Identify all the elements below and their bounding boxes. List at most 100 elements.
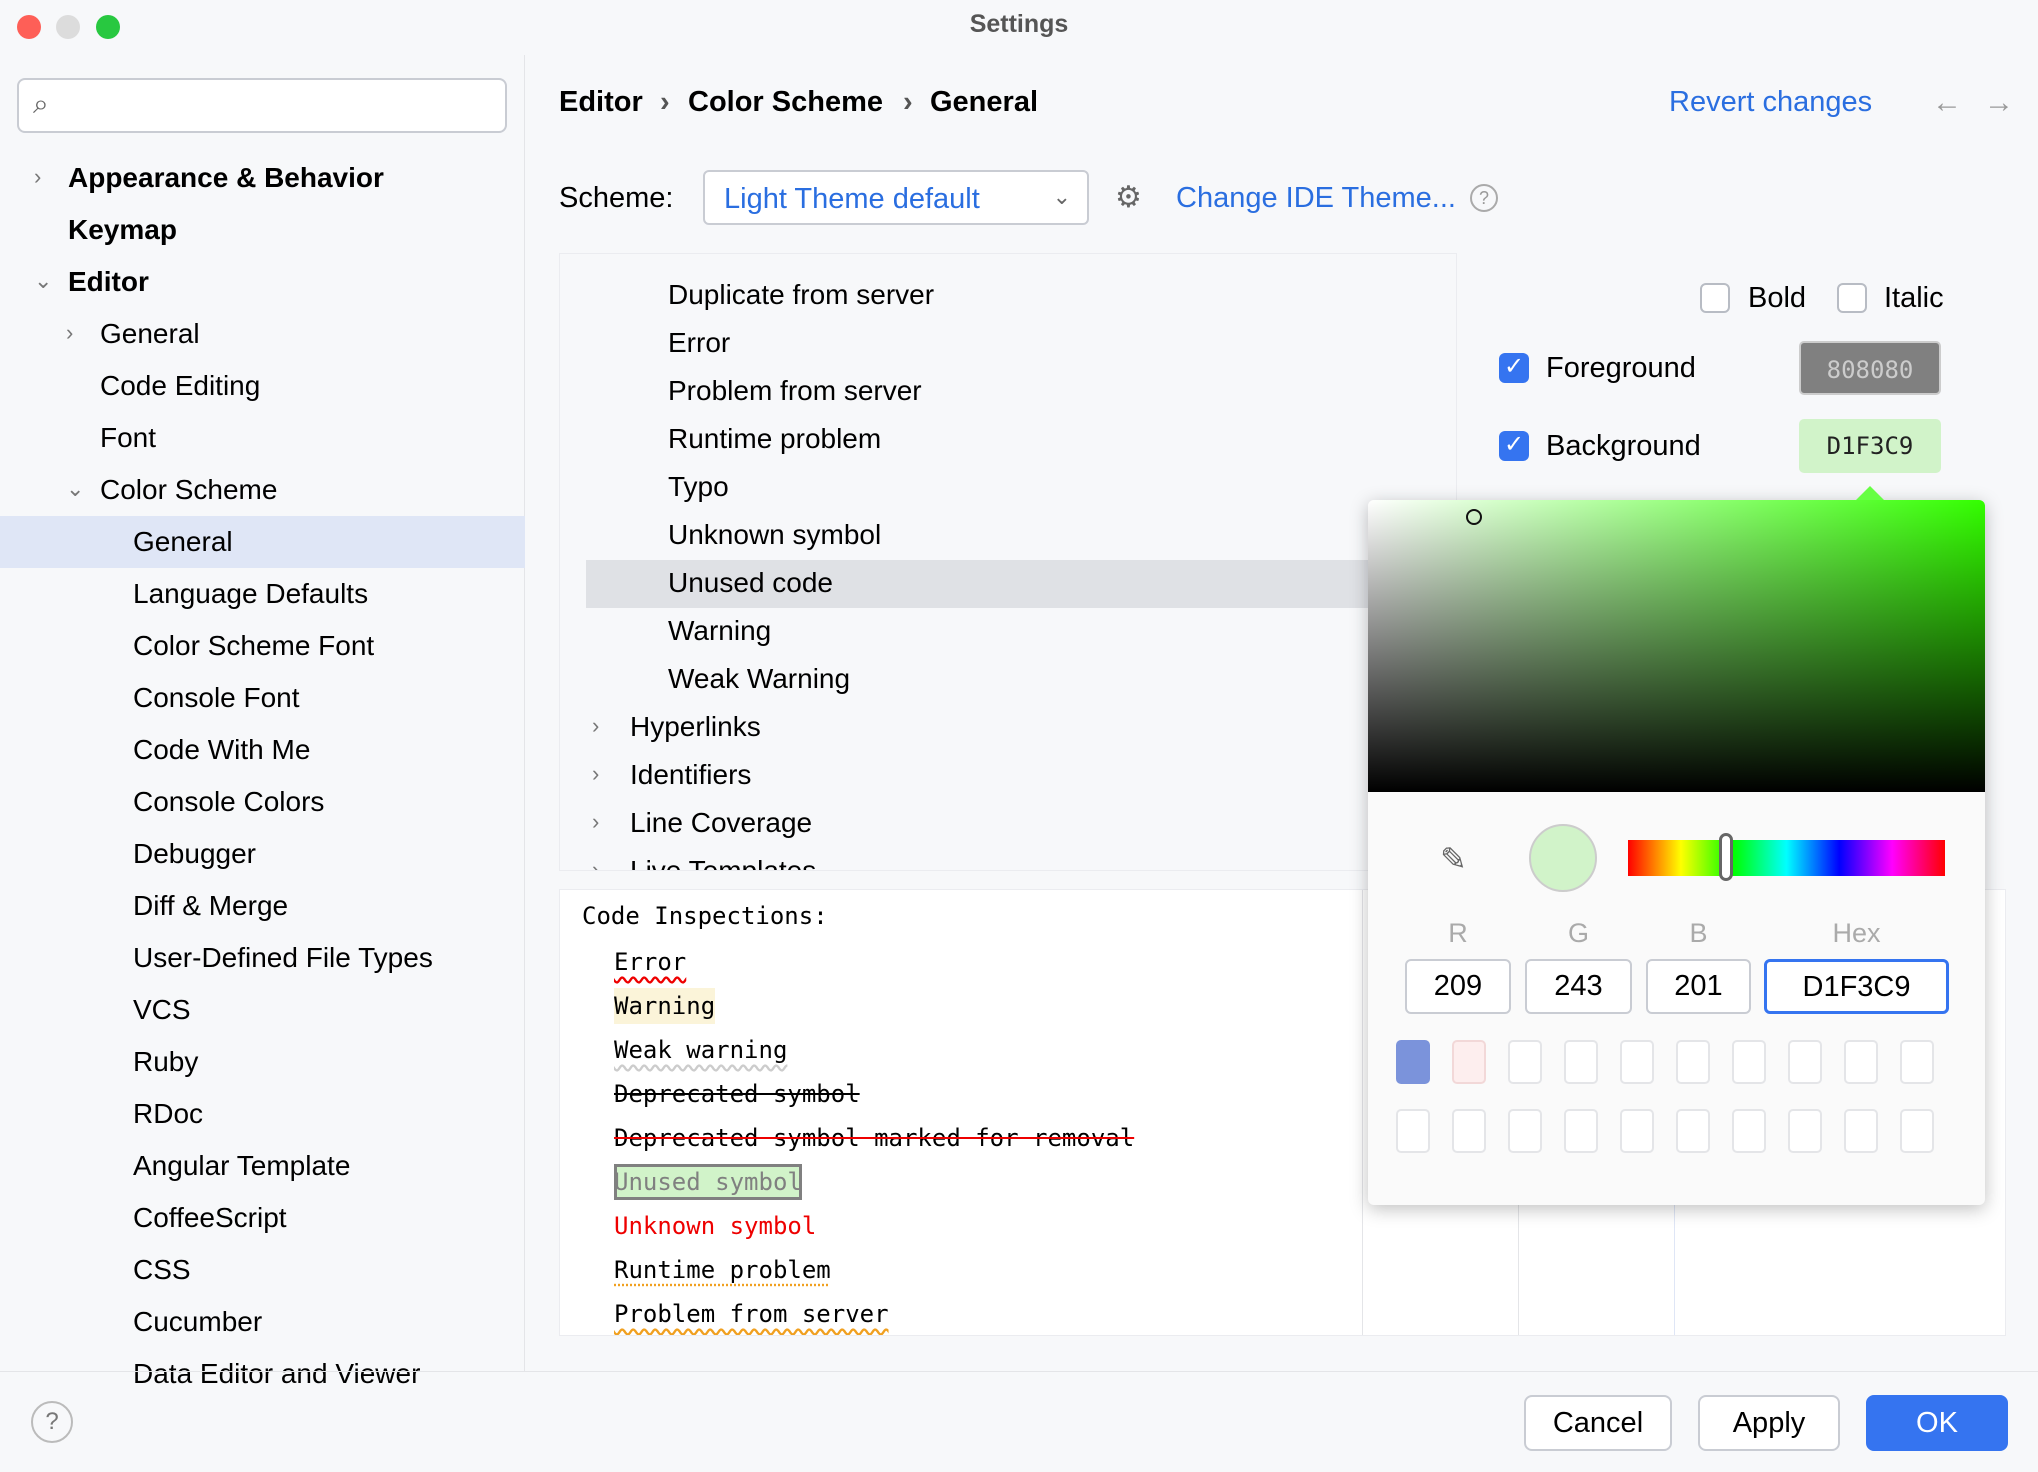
sidebar-item[interactable]: RDoc	[133, 1088, 203, 1140]
sidebar-item[interactable]: Appearance & Behavior	[68, 152, 384, 204]
recent-color-swatch[interactable]	[1900, 1109, 1934, 1153]
code-line: Unused symbol	[614, 1164, 802, 1200]
tree-item[interactable]: Error	[668, 319, 730, 367]
change-ide-theme-link[interactable]: Change IDE Theme...	[1176, 182, 1456, 215]
breadcrumb-general: General	[930, 86, 1038, 119]
sidebar-item[interactable]: Color Scheme	[100, 464, 277, 516]
tree-item[interactable]: Duplicate from server	[668, 271, 934, 319]
recent-color-swatch[interactable]	[1452, 1040, 1486, 1084]
revert-changes-link[interactable]: Revert changes	[1669, 86, 1872, 119]
foreground-color-swatch[interactable]: 808080	[1799, 341, 1941, 395]
recent-color-swatch[interactable]	[1564, 1040, 1598, 1084]
help-icon[interactable]: ?	[1470, 184, 1498, 212]
sidebar-item[interactable]: User-Defined File Types	[133, 932, 433, 984]
sidebar-item[interactable]: Font	[100, 412, 156, 464]
sidebar-item[interactable]: Code Editing	[100, 360, 260, 412]
chevron-right-icon[interactable]: ›	[34, 164, 41, 190]
sidebar-item[interactable]: Data Editor and Viewer	[133, 1348, 420, 1400]
breadcrumb-separator: ›	[903, 86, 913, 119]
sidebar-item[interactable]: CoffeeScript	[133, 1192, 287, 1244]
recent-color-swatch[interactable]	[1676, 1109, 1710, 1153]
gear-icon[interactable]: ⚙	[1115, 180, 1142, 215]
italic-checkbox[interactable]	[1837, 283, 1867, 313]
color-cursor[interactable]	[1466, 509, 1482, 525]
g-input[interactable]: 243	[1525, 959, 1632, 1014]
tree-item[interactable]: Weak Warning	[668, 655, 850, 703]
recent-color-swatch[interactable]	[1676, 1040, 1710, 1084]
chevron-right-icon[interactable]: ›	[592, 809, 599, 835]
recent-color-swatch[interactable]	[1508, 1109, 1542, 1153]
hue-slider-thumb[interactable]	[1719, 833, 1733, 881]
sidebar-item[interactable]: Debugger	[133, 828, 256, 880]
sidebar-item[interactable]: VCS	[133, 984, 191, 1036]
tree-item[interactable]: Typo	[668, 463, 729, 511]
hex-input[interactable]: D1F3C9	[1764, 959, 1949, 1014]
tree-item[interactable]: Unused code	[668, 559, 833, 607]
recent-color-swatch[interactable]	[1452, 1109, 1486, 1153]
foreground-checkbox[interactable]: ✓	[1499, 353, 1529, 383]
eyedropper-icon[interactable]: ✎	[1440, 840, 1467, 878]
recent-color-swatch[interactable]	[1564, 1109, 1598, 1153]
chevron-right-icon[interactable]: ›	[66, 320, 73, 346]
b-input[interactable]: 201	[1646, 959, 1751, 1014]
recent-color-swatch[interactable]	[1620, 1040, 1654, 1084]
forward-arrow-icon[interactable]: →	[1984, 86, 2014, 120]
recent-color-swatch[interactable]	[1732, 1109, 1766, 1153]
help-button[interactable]: ?	[31, 1401, 73, 1443]
recent-color-swatch[interactable]	[1396, 1040, 1430, 1084]
chevron-right-icon[interactable]: ›	[592, 713, 599, 739]
tree-item[interactable]: Warning	[668, 607, 771, 655]
sidebar-item[interactable]: Ruby	[133, 1036, 198, 1088]
recent-color-swatch[interactable]	[1788, 1109, 1822, 1153]
sidebar-item[interactable]: Diff & Merge	[133, 880, 288, 932]
sidebar-item[interactable]: Color Scheme Font	[133, 620, 374, 672]
sidebar-item[interactable]: Cucumber	[133, 1296, 262, 1348]
bold-checkbox[interactable]	[1700, 283, 1730, 313]
tree-group[interactable]: Live Templates	[630, 847, 816, 871]
chevron-down-icon[interactable]: ⌄	[66, 476, 84, 502]
search-input[interactable]: ⌕	[17, 78, 507, 133]
sidebar-item[interactable]: Code With Me	[133, 724, 310, 776]
cancel-button[interactable]: Cancel	[1524, 1395, 1672, 1451]
hue-slider[interactable]	[1628, 840, 1945, 876]
sidebar-item[interactable]: Editor	[68, 256, 149, 308]
chevron-down-icon[interactable]: ⌄	[34, 268, 52, 294]
tree-item[interactable]: Unknown symbol	[668, 511, 881, 559]
tree-group[interactable]: Identifiers	[630, 751, 751, 799]
tree-item[interactable]: Runtime problem	[668, 415, 881, 463]
recent-color-swatch[interactable]	[1620, 1109, 1654, 1153]
r-input[interactable]: 209	[1405, 959, 1511, 1014]
breadcrumb-color-scheme[interactable]: Color Scheme	[688, 86, 883, 119]
breadcrumb-editor[interactable]: Editor	[559, 86, 643, 119]
apply-button[interactable]: Apply	[1698, 1395, 1840, 1451]
code-line: Problem from server	[614, 1296, 889, 1332]
scheme-dropdown[interactable]: Light Theme default ⌄	[703, 170, 1089, 225]
recent-color-swatch[interactable]	[1844, 1040, 1878, 1084]
sidebar-item[interactable]: Console Colors	[133, 776, 324, 828]
sidebar-item[interactable]: Angular Template	[133, 1140, 350, 1192]
tree-item[interactable]: Problem from server	[668, 367, 922, 415]
recent-color-swatch[interactable]	[1844, 1109, 1878, 1153]
sidebar-item[interactable]: General	[100, 308, 200, 360]
tree-group[interactable]: Line Coverage	[630, 799, 812, 847]
selected-row-highlight	[0, 516, 525, 568]
ok-button[interactable]: OK	[1866, 1395, 2008, 1451]
saturation-brightness-area[interactable]	[1368, 500, 1985, 792]
recent-color-swatch[interactable]	[1732, 1040, 1766, 1084]
sidebar-item[interactable]: Keymap	[68, 204, 177, 256]
sidebar-item[interactable]: Console Font	[133, 672, 300, 724]
background-color-swatch[interactable]: D1F3C9	[1799, 419, 1941, 473]
chevron-right-icon[interactable]: ›	[592, 761, 599, 787]
b-label: B	[1646, 918, 1751, 949]
sidebar-item[interactable]: General	[133, 516, 233, 568]
recent-color-swatch[interactable]	[1900, 1040, 1934, 1084]
back-arrow-icon[interactable]: ←	[1932, 86, 1962, 120]
tree-group[interactable]: Hyperlinks	[630, 703, 761, 751]
chevron-right-icon[interactable]: ›	[592, 857, 599, 871]
recent-color-swatch[interactable]	[1396, 1109, 1430, 1153]
sidebar-item[interactable]: CSS	[133, 1244, 191, 1296]
recent-color-swatch[interactable]	[1788, 1040, 1822, 1084]
background-checkbox[interactable]: ✓	[1499, 431, 1529, 461]
recent-color-swatch[interactable]	[1508, 1040, 1542, 1084]
sidebar-item[interactable]: Language Defaults	[133, 568, 368, 620]
